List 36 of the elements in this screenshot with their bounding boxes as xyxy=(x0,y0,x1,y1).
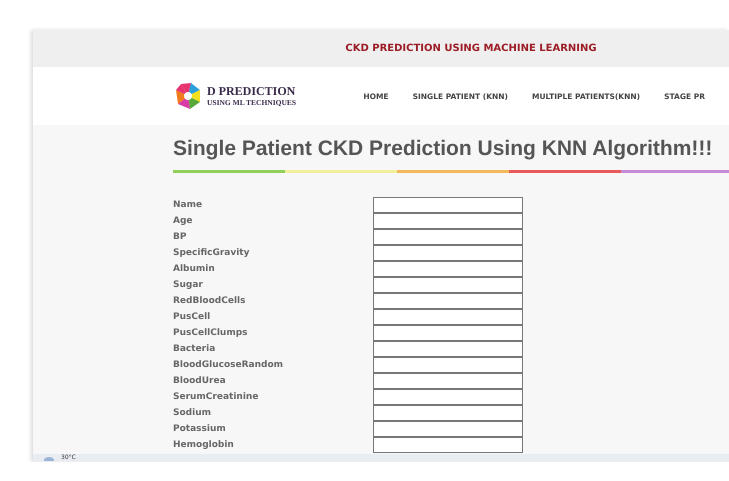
field-label: Bacteria xyxy=(173,343,216,356)
input-field[interactable] xyxy=(373,261,523,277)
input-field[interactable] xyxy=(373,245,523,261)
field-label: BloodGlucoseRandom xyxy=(173,359,284,372)
field-label: SerumCreatinine xyxy=(173,391,260,404)
input-field[interactable] xyxy=(373,293,523,309)
field-label: PusCell xyxy=(173,311,212,324)
input-field[interactable] xyxy=(373,357,523,373)
input-field[interactable] xyxy=(373,325,523,341)
input-field[interactable] xyxy=(373,341,523,357)
field-label: Hemoglobin xyxy=(173,439,235,452)
field-label: Name xyxy=(173,199,204,212)
input-field[interactable] xyxy=(373,197,523,213)
page-heading: Single Patient CKD Prediction Using KNN Algorithm!!! xyxy=(173,137,714,161)
field-label: Albumin xyxy=(173,263,216,276)
field-label: Sugar xyxy=(173,279,204,292)
weather-icon xyxy=(43,454,55,461)
field-label: PusCellClumps xyxy=(173,327,249,340)
input-field[interactable] xyxy=(373,437,523,453)
field-label: BloodUrea xyxy=(173,375,227,388)
field-label: RedBloodCells xyxy=(173,295,246,308)
field-label: BP xyxy=(173,231,188,244)
input-field[interactable] xyxy=(373,213,523,229)
field-label: Sodium xyxy=(173,407,212,420)
field-label: Age xyxy=(173,215,194,228)
site-title: CKD PREDICTION USING MACHINE LEARNING xyxy=(344,43,597,54)
input-field[interactable] xyxy=(373,229,523,245)
input-field[interactable] xyxy=(373,421,523,437)
input-field[interactable] xyxy=(373,277,523,293)
input-field[interactable] xyxy=(373,405,523,421)
input-field[interactable] xyxy=(373,389,523,405)
input-field[interactable] xyxy=(373,309,523,325)
input-field[interactable] xyxy=(373,373,523,389)
field-label: Potassium xyxy=(173,423,227,436)
field-label: SpecificGravity xyxy=(173,247,250,260)
logo-icon xyxy=(173,82,203,110)
